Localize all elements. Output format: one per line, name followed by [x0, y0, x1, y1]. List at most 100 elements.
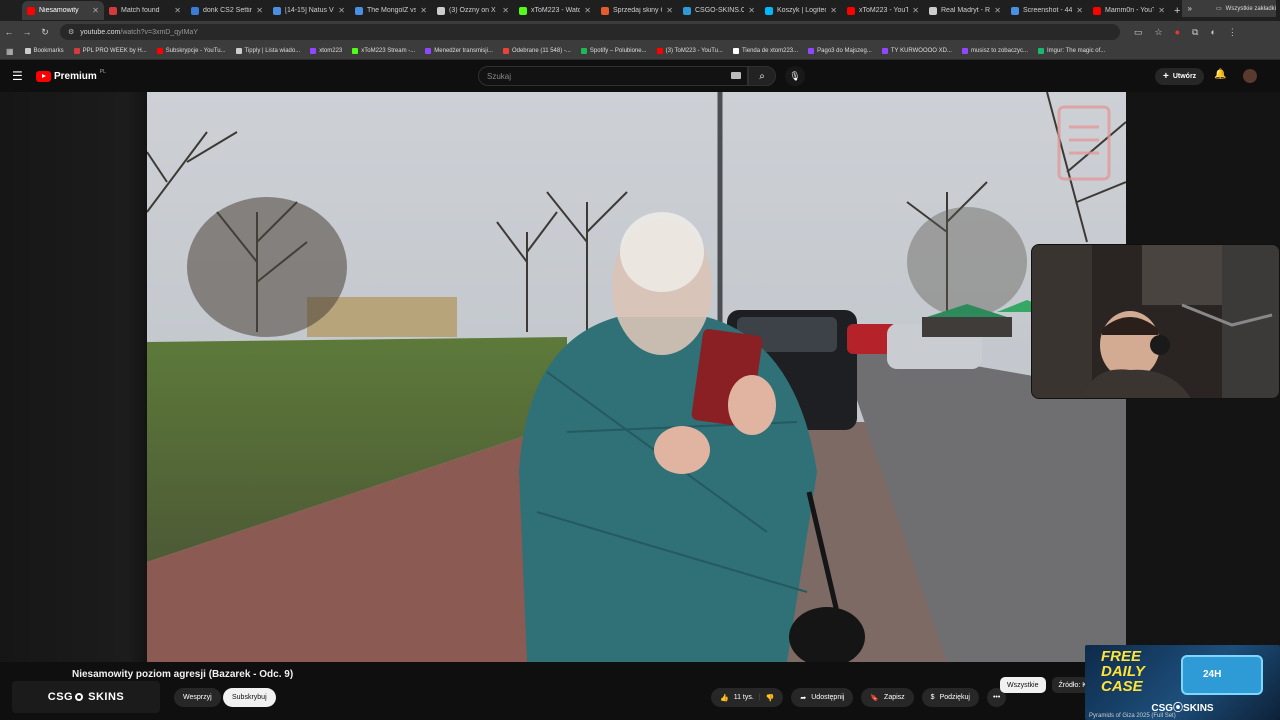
- bookmark-label: TY KURWOOOO XD...: [890, 48, 952, 54]
- bookmarks-overflow: » ▭ Wszystkie zakładki: [1181, 0, 1276, 17]
- tab-title: [14-15] Natus Vi: [285, 7, 335, 14]
- tab-title: Screenshot - 447: [1023, 7, 1073, 14]
- tab-close-icon[interactable]: ✕: [912, 6, 919, 15]
- bookmark-item[interactable]: Odebrane (11 548) -...: [498, 48, 576, 54]
- video-title: Niesamowity poziom agresji (Bazarek - Od…: [72, 669, 294, 680]
- browser-tab[interactable]: CSGO-SKINS.COM✕: [678, 1, 760, 20]
- site-info-icon[interactable]: ⚙: [68, 28, 74, 36]
- browser-tab[interactable]: Koszyk | Logitech ✕: [760, 1, 842, 20]
- bookmark-item[interactable]: xtom223: [305, 48, 347, 54]
- voice-search-button[interactable]: 🎙: [785, 66, 805, 86]
- browser-tab[interactable]: xToM223 - YouTube✕: [842, 1, 924, 20]
- new-tab-button[interactable]: +: [1174, 5, 1180, 17]
- bookmarks-more-icon[interactable]: »: [1188, 4, 1192, 13]
- bookmark-item[interactable]: Imgur: The magic of...: [1033, 48, 1110, 54]
- extensions-icon[interactable]: ⧉: [1192, 27, 1198, 38]
- bookmark-favicon-icon: [961, 48, 968, 54]
- browser-tab[interactable]: donk CS2 Settings✕: [186, 1, 268, 20]
- sponsor-ad-overlay[interactable]: FREE DAILY CASE 24H CSG⦿SKINS Pyramids o…: [1085, 645, 1280, 720]
- browser-tab[interactable]: Real Madryt - Rayo✕: [924, 1, 1006, 20]
- cast-icon[interactable]: ▭: [1134, 27, 1143, 38]
- save-button[interactable]: 🔖 Zapisz: [861, 688, 914, 707]
- bookmark-favicon-icon: [156, 48, 163, 54]
- tab-close-icon[interactable]: ✕: [666, 6, 673, 15]
- search-icon: ⌕: [759, 70, 765, 82]
- subscribe-button[interactable]: Subskrybuj: [223, 688, 276, 707]
- browser-tab[interactable]: Sprzedaj skiny CS ✕: [596, 1, 678, 20]
- bookmark-item[interactable]: Tienda de xtom223...: [728, 48, 803, 54]
- tab-close-icon[interactable]: ✕: [748, 6, 755, 15]
- related-filter-chips: Wszystkie Źródło: Ko: [1000, 677, 1098, 693]
- bookmark-item[interactable]: PPL PRO WEEK by H...: [69, 48, 152, 54]
- chip-all[interactable]: Wszystkie: [1000, 677, 1046, 693]
- browser-tab[interactable]: Niesamowity ✕: [22, 1, 104, 20]
- bookmark-item[interactable]: Spotify – Polubione...: [576, 48, 652, 54]
- tab-close-icon[interactable]: ✕: [1076, 6, 1083, 15]
- tab-favicon-icon: [765, 6, 773, 15]
- bookmark-item[interactable]: TY KURWOOOO XD...: [877, 48, 957, 54]
- share-button[interactable]: ➦ Udostępnij: [791, 688, 854, 707]
- bookmark-label: musisz to zobaczyc...: [970, 48, 1028, 54]
- bookmark-item[interactable]: (3) ToM223 - YouTu...: [652, 48, 728, 54]
- browser-menu-icon[interactable]: ⋮: [1228, 27, 1237, 38]
- bookmark-favicon-icon: [425, 48, 432, 54]
- apps-grid-icon[interactable]: ▦: [6, 47, 20, 56]
- bookmark-item[interactable]: Tipply | Lista wiado...: [231, 48, 306, 54]
- profile-icon[interactable]: ◐: [1210, 27, 1215, 38]
- video-frame: [147, 92, 1126, 662]
- browser-tab[interactable]: (3) Ozzny on X ✕: [432, 1, 514, 20]
- mic-icon: 🎙: [789, 70, 801, 81]
- tab-close-icon[interactable]: ✕: [1158, 6, 1165, 15]
- tab-favicon-icon: [191, 6, 199, 15]
- keyboard-icon[interactable]: [731, 72, 741, 79]
- tab-close-icon[interactable]: ✕: [584, 6, 591, 15]
- bell-icon[interactable]: 🔔: [1214, 69, 1226, 80]
- like-button[interactable]: 👍 11 tys. | 👎: [711, 688, 784, 707]
- avatar[interactable]: [1243, 69, 1257, 83]
- tab-close-icon[interactable]: ✕: [994, 6, 1001, 15]
- browser-tab[interactable]: Match found ✕: [104, 1, 186, 20]
- tab-close-icon[interactable]: ✕: [830, 6, 837, 15]
- tab-close-icon[interactable]: ✕: [256, 6, 263, 15]
- bookmark-item[interactable]: musisz to zobaczyc...: [957, 48, 1033, 54]
- youtube-play-icon: [36, 70, 51, 82]
- bookmark-item[interactable]: Pago3 do Majszeg...: [803, 48, 877, 54]
- tab-close-icon[interactable]: ✕: [92, 6, 99, 15]
- all-bookmarks-link[interactable]: Wszystkie zakładki: [1226, 6, 1276, 12]
- tab-title: xToM223 - YouTube: [859, 7, 909, 14]
- extension-record-icon[interactable]: ●: [1175, 27, 1180, 38]
- tab-close-icon[interactable]: ✕: [174, 6, 181, 15]
- back-arrow-icon[interactable]: ←: [0, 27, 18, 37]
- bookmark-item[interactable]: Subskrypcje - YouTu...: [152, 48, 231, 54]
- reload-icon[interactable]: ↻: [36, 27, 54, 38]
- search-input[interactable]: Szukaj: [478, 66, 748, 86]
- create-button[interactable]: + Utwórz: [1155, 68, 1205, 85]
- search-button[interactable]: ⌕: [748, 66, 776, 86]
- thumbs-down-icon[interactable]: 👎: [766, 694, 775, 702]
- browser-tab[interactable]: [14-15] Natus Vi ✕: [268, 1, 350, 20]
- bookmark-item[interactable]: xToM223 Stream -...: [347, 48, 420, 54]
- thumbs-up-icon: 👍: [720, 694, 729, 702]
- channel-banner[interactable]: CSG SKINS: [12, 681, 160, 713]
- bookmark-item[interactable]: Bookmarks: [20, 48, 69, 54]
- tab-close-icon[interactable]: ✕: [338, 6, 345, 15]
- thanks-button[interactable]: $ Podziękuj: [921, 688, 979, 707]
- browser-tab[interactable]: Mamm0n - YouTube✕: [1088, 1, 1170, 20]
- browser-tab[interactable]: xToM223 - Watch ✕: [514, 1, 596, 20]
- video-player[interactable]: [147, 92, 1126, 662]
- url-field[interactable]: ⚙ youtube.com/watch?v=3xmD_qyIMaY: [60, 24, 1120, 40]
- tab-close-icon[interactable]: ✕: [420, 6, 427, 15]
- browser-tab[interactable]: The MongolZ vs. ✕: [350, 1, 432, 20]
- save-label: Zapisz: [884, 694, 905, 701]
- browser-tab[interactable]: Screenshot - 447 ✕: [1006, 1, 1088, 20]
- bookmark-item[interactable]: Menedżer transmisji...: [420, 48, 498, 54]
- menu-icon[interactable]: ☰: [12, 69, 24, 83]
- bookmark-star-icon[interactable]: ☆: [1155, 27, 1163, 38]
- join-button[interactable]: Wesprzyj: [174, 688, 221, 707]
- tab-close-icon[interactable]: ✕: [502, 6, 509, 15]
- forward-arrow-icon[interactable]: →: [18, 27, 36, 37]
- tab-favicon-icon: [601, 6, 609, 15]
- webcam-frame: [1032, 245, 1279, 398]
- tab-title: xToM223 - Watch: [531, 7, 581, 14]
- youtube-logo[interactable]: Premium PL: [36, 69, 106, 82]
